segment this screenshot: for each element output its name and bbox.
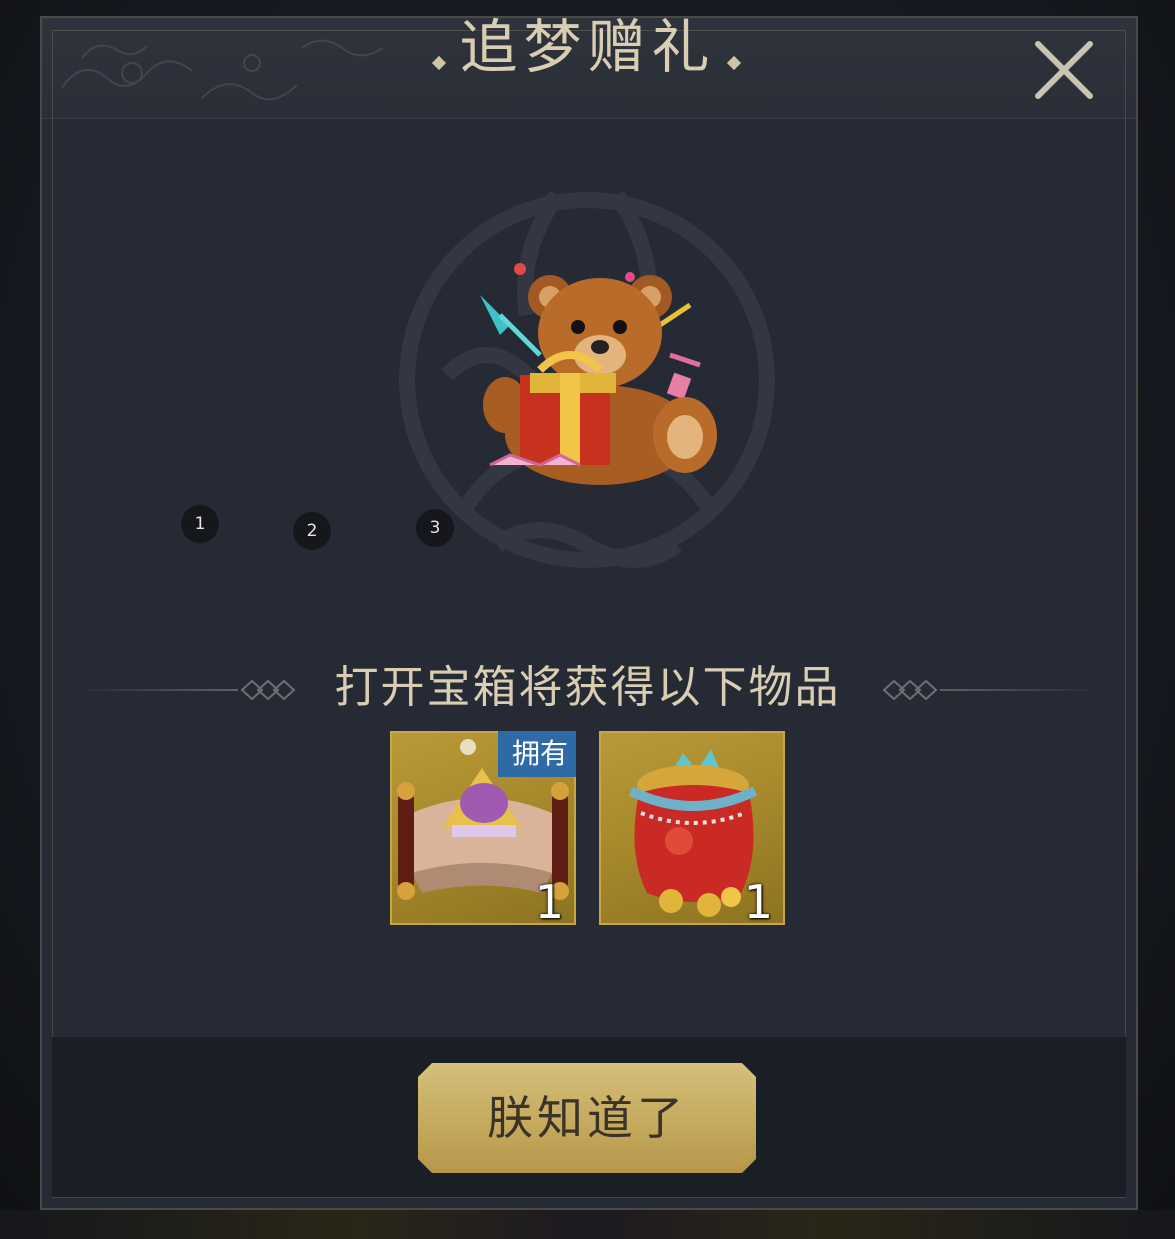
rewards-section: 打开宝箱将获得以下物品 <box>0 660 1175 716</box>
divider-right <box>940 689 1100 691</box>
confirm-button-label: 朕知道了 <box>487 1091 687 1145</box>
divider-diamonds-right-icon <box>882 679 938 701</box>
confirm-button[interactable]: 朕知道了 <box>418 1063 756 1173</box>
item-count: 1 <box>743 875 773 929</box>
teddy-bear-gift-icon <box>480 263 717 485</box>
step-marker-1[interactable]: 1 <box>181 505 219 543</box>
reward-item-1[interactable]: 拥有 1 <box>390 731 576 929</box>
close-button[interactable] <box>1002 20 1132 116</box>
step-marker-2[interactable]: 2 <box>293 512 331 550</box>
step-marker-3[interactable]: 3 <box>416 509 454 547</box>
close-x-icon <box>1035 41 1093 99</box>
dialog-title: 追梦赠礼 <box>459 13 716 81</box>
owned-badge: 拥有 <box>497 731 576 777</box>
rewards-heading: 打开宝箱将获得以下物品 <box>334 662 841 713</box>
reward-item-2[interactable]: 1 <box>599 731 785 929</box>
item-count: 1 <box>534 875 564 929</box>
background-strip <box>0 1210 1175 1239</box>
title-bar: 追梦赠礼 <box>0 18 1175 76</box>
